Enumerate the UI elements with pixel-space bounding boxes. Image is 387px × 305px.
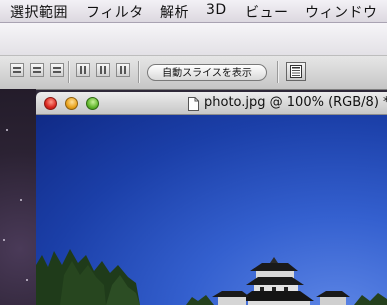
menu-filter[interactable]: フィルタ	[86, 2, 144, 22]
show-auto-slices-button[interactable]: 自動スライスを表示	[147, 64, 267, 81]
options-bar: 自動スライスを表示	[0, 55, 387, 90]
menu-3d[interactable]: 3D	[206, 2, 227, 18]
document-icon	[188, 96, 199, 115]
menu-bar: 選択範囲 フィルタ 解析 3D ビュー ウィンドウ	[0, 0, 387, 23]
divide-middle-icon[interactable]	[30, 63, 44, 77]
sparkle	[6, 129, 8, 131]
photo-image	[36, 249, 387, 305]
separator	[68, 61, 70, 83]
document-window: photo.jpg @ 100% (RGB/8) *	[36, 92, 387, 305]
divide-left-icon[interactable]	[76, 63, 90, 77]
menu-window[interactable]: ウィンドウ	[305, 2, 378, 22]
workspace-background	[0, 89, 36, 305]
document-titlebar[interactable]: photo.jpg @ 100% (RGB/8) *	[36, 92, 387, 115]
divide-top-icon[interactable]	[10, 63, 24, 77]
separator	[277, 61, 279, 83]
close-icon[interactable]	[44, 97, 57, 110]
zoom-icon[interactable]	[86, 97, 99, 110]
divide-bottom-icon[interactable]	[50, 63, 64, 77]
minimize-icon[interactable]	[65, 97, 78, 110]
sparkle	[20, 199, 22, 201]
menu-analysis[interactable]: 解析	[160, 2, 189, 22]
menu-select[interactable]: 選択範囲	[10, 2, 68, 22]
divide-center-icon[interactable]	[96, 63, 110, 77]
application-bar	[0, 23, 387, 55]
separator	[138, 61, 140, 83]
divide-right-icon[interactable]	[116, 63, 130, 77]
image-canvas[interactable]	[36, 115, 387, 305]
slice-options-icon[interactable]	[286, 62, 306, 81]
document-title: photo.jpg @ 100% (RGB/8) *	[204, 95, 387, 110]
sparkle	[3, 239, 5, 241]
sparkle	[26, 279, 28, 281]
menu-view[interactable]: ビュー	[245, 2, 289, 22]
